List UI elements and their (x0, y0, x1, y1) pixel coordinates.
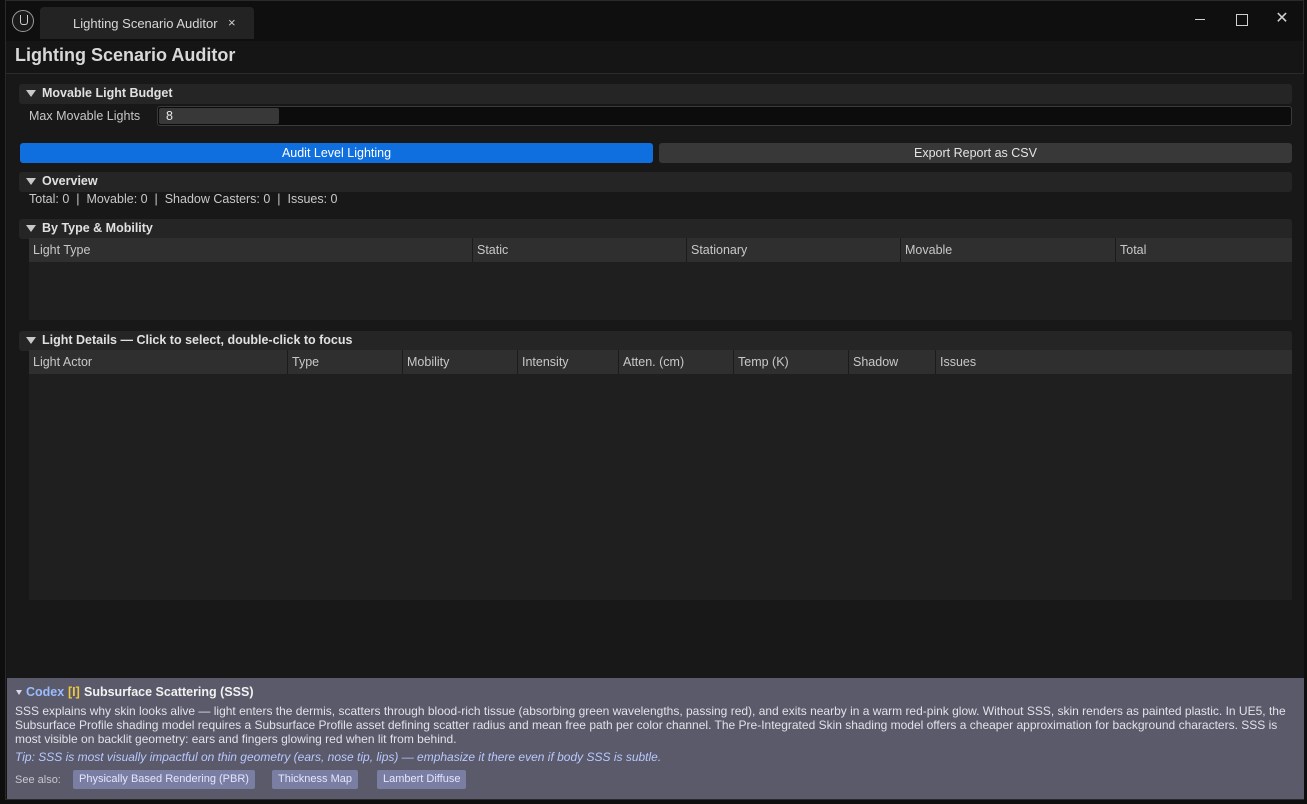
tab-close-icon[interactable]: × (228, 15, 236, 30)
caret-down-icon[interactable] (26, 178, 36, 185)
audit-level-lighting-button[interactable]: Audit Level Lighting (20, 143, 653, 163)
tab-label: Lighting Scenario Auditor (73, 16, 218, 31)
codex-title: Subsurface Scattering (SSS) (84, 685, 254, 699)
column-header-stationary[interactable]: Stationary (686, 238, 900, 262)
page-title: Lighting Scenario Auditor (15, 45, 236, 65)
section-header-light-details[interactable]: Light Details — Click to select, double-… (19, 331, 1292, 351)
collapse-triangle-icon[interactable] (16, 690, 22, 695)
section-header-budget[interactable]: Movable Light Budget (19, 84, 1292, 104)
close-icon[interactable]: ✕ (1272, 10, 1292, 28)
tab-lighting-scenario-auditor[interactable]: Lighting Scenario Auditor × (40, 7, 254, 39)
minimize-icon[interactable] (1190, 10, 1210, 28)
content-area: Movable Light Budget Max Movable Lights … (7, 74, 1304, 678)
max-movable-lights-field[interactable]: 8 (157, 106, 1292, 126)
column-header-issues[interactable]: Issues (935, 350, 1292, 374)
column-header-total[interactable]: Total (1115, 238, 1292, 262)
codex-tip: Tip: SSS is most visually impactful on t… (15, 750, 662, 764)
column-header-light-type[interactable]: Light Type (29, 238, 472, 262)
section-title: By Type & Mobility (42, 221, 153, 235)
by-type-table[interactable]: Light Type Static Stationary Movable Tot… (29, 238, 1292, 320)
column-header-movable[interactable]: Movable (900, 238, 1115, 262)
codex-body: SSS explains why skin looks alive — ligh… (15, 704, 1286, 746)
section-header-by-type[interactable]: By Type & Mobility (19, 219, 1292, 239)
section-title: Light Details — Click to select, double-… (42, 333, 353, 347)
column-header-static[interactable]: Static (472, 238, 686, 262)
unreal-logo-icon (12, 10, 34, 32)
overview-summary: Total: 0 | Movable: 0 | Shadow Casters: … (29, 192, 338, 206)
see-also-link-lambert-diffuse[interactable]: Lambert Diffuse (377, 770, 467, 789)
column-header-light-actor[interactable]: Light Actor (29, 350, 287, 374)
section-header-overview[interactable]: Overview (19, 172, 1292, 192)
column-header-intensity[interactable]: Intensity (517, 350, 618, 374)
see-also-link-pbr[interactable]: Physically Based Rendering (PBR) (73, 770, 255, 789)
codex-panel: Codex [I] Subsurface Scattering (SSS) SS… (7, 678, 1304, 799)
see-also-link-thickness-map[interactable]: Thickness Map (272, 770, 358, 789)
column-header-attenuation[interactable]: Atten. (cm) (618, 350, 733, 374)
column-header-shadow[interactable]: Shadow (848, 350, 935, 374)
section-title: Overview (42, 174, 98, 188)
column-header-type[interactable]: Type (287, 350, 402, 374)
export-report-csv-button[interactable]: Export Report as CSV (659, 143, 1292, 163)
max-movable-lights-label: Max Movable Lights (29, 109, 141, 123)
table-header: Light Type Static Stationary Movable Tot… (29, 238, 1292, 262)
column-header-temp[interactable]: Temp (K) (733, 350, 848, 374)
caret-down-icon[interactable] (26, 225, 36, 232)
maximize-icon[interactable] (1231, 10, 1251, 28)
light-details-table[interactable]: Light Actor Type Mobility Intensity Atte… (29, 350, 1292, 600)
section-title: Movable Light Budget (42, 86, 173, 100)
codex-tag: Codex (26, 685, 65, 699)
info-badge: [I] (68, 685, 80, 699)
title-bar: Lighting Scenario Auditor × ✕ (6, 1, 1303, 41)
caret-down-icon[interactable] (26, 90, 36, 97)
max-movable-lights-value: 8 (166, 109, 173, 123)
see-also-label: See also: (15, 774, 61, 786)
spinbox-fill (159, 108, 279, 124)
column-header-mobility[interactable]: Mobility (402, 350, 517, 374)
table-header: Light Actor Type Mobility Intensity Atte… (29, 350, 1292, 374)
tool-window: Lighting Scenario Auditor × ✕ Lighting S… (5, 0, 1304, 800)
caret-down-icon[interactable] (26, 337, 36, 344)
